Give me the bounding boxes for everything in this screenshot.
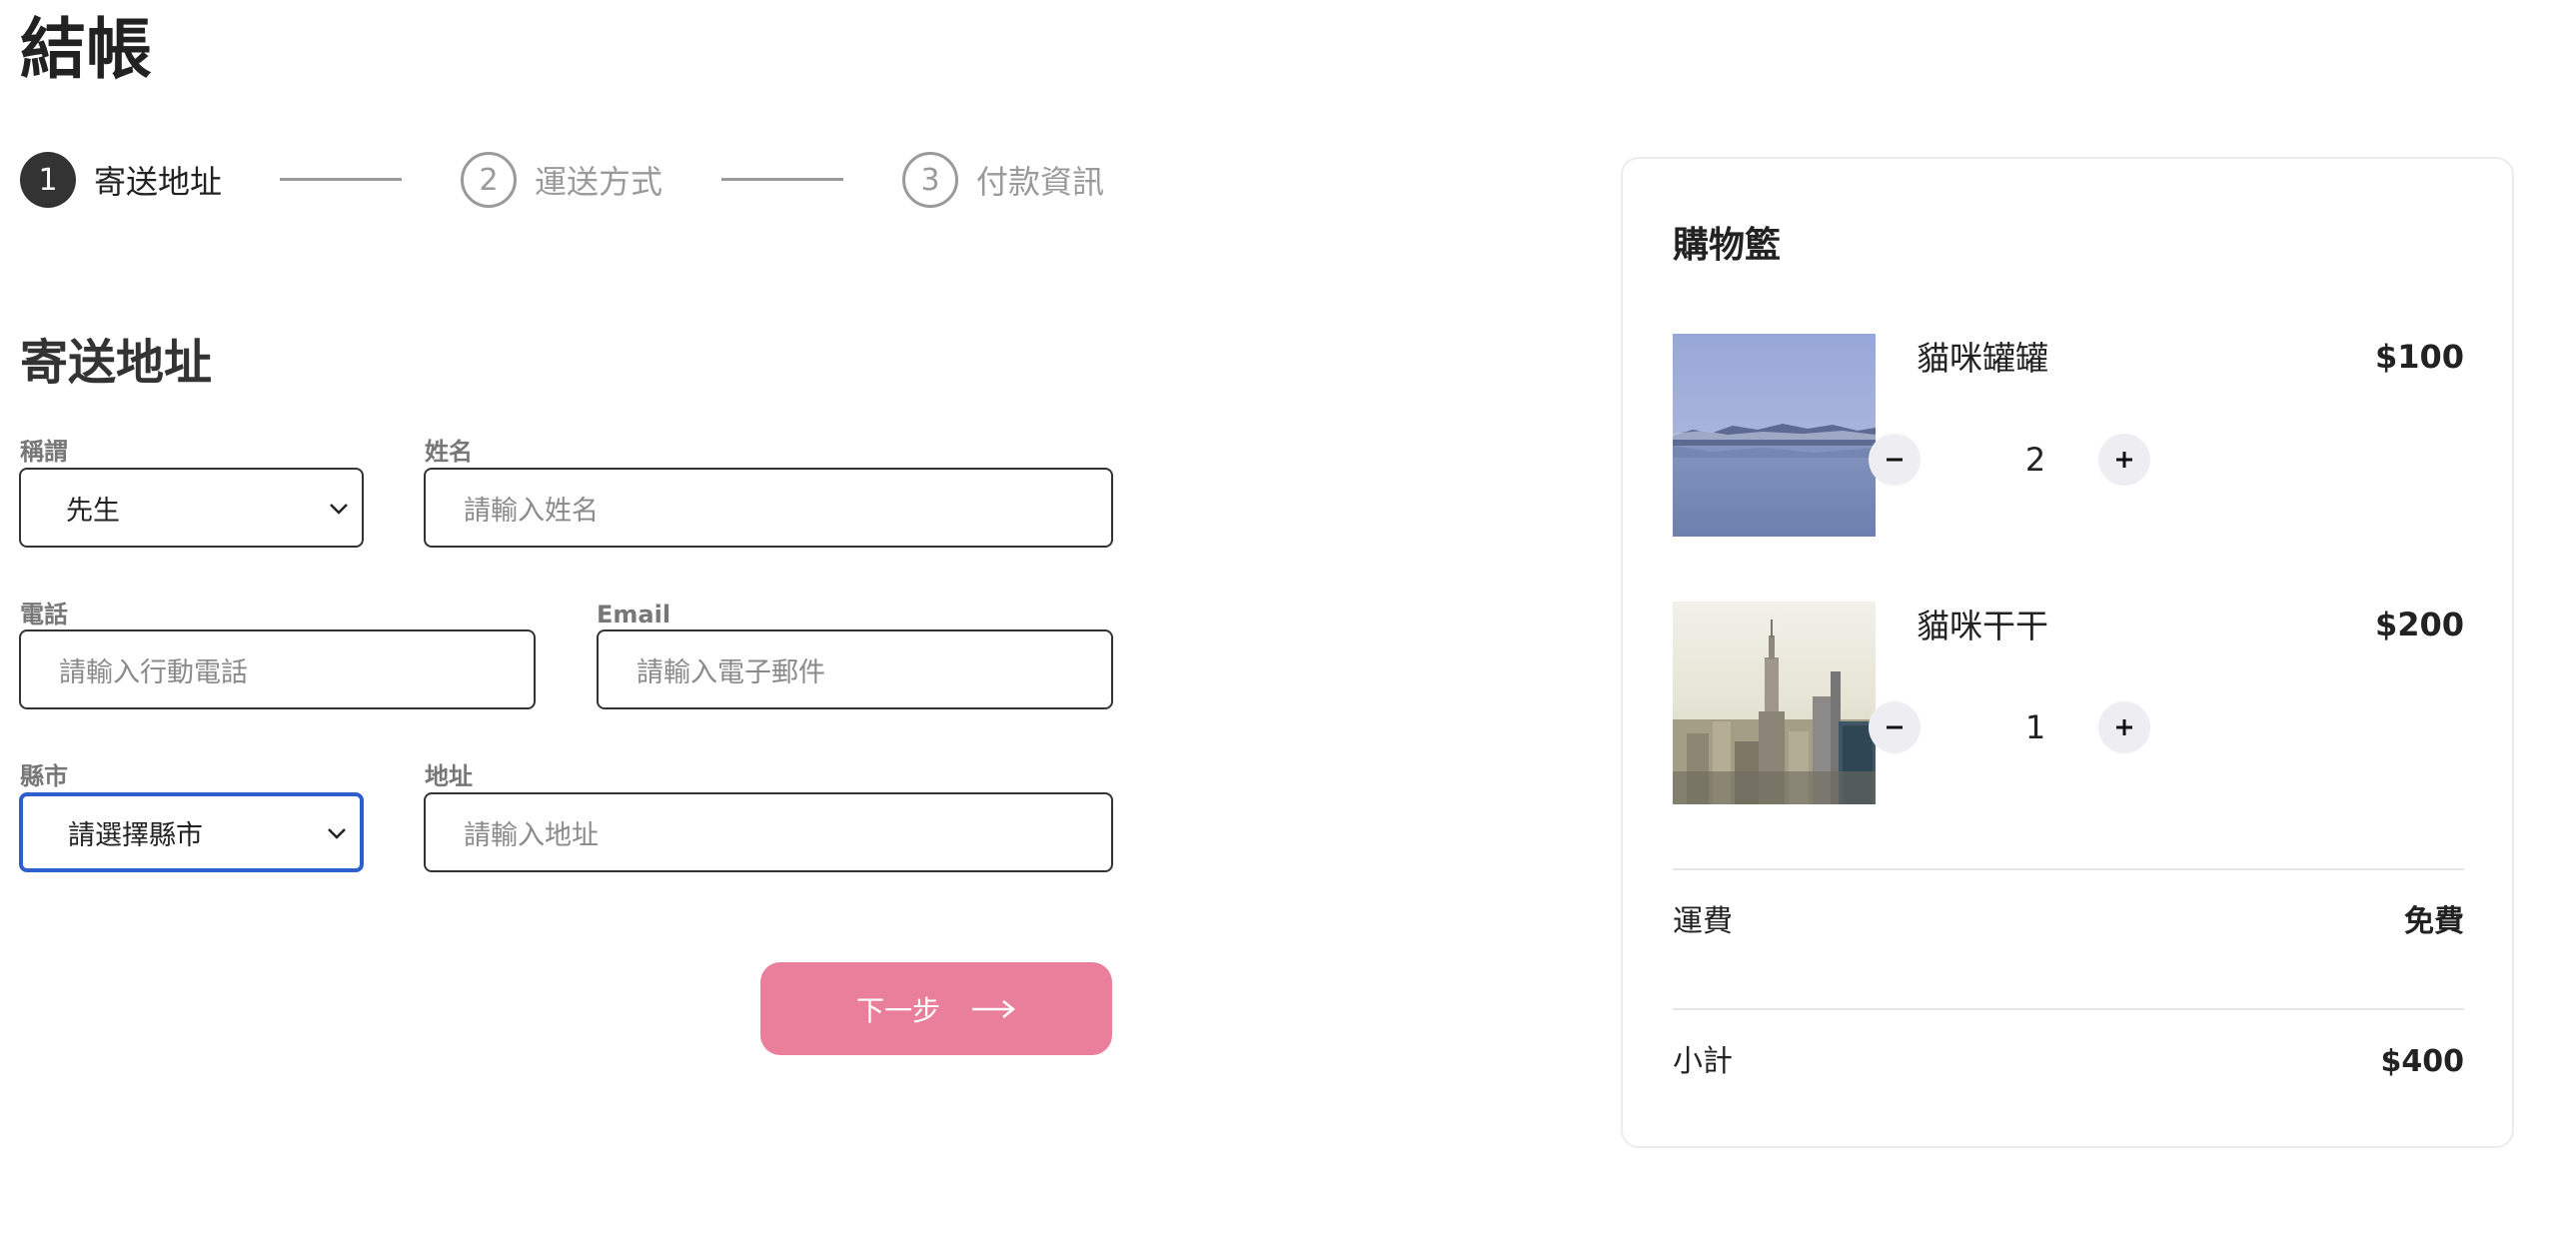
next-step-label: 下一步 [855, 993, 940, 1027]
address-label: 地址 [425, 762, 473, 790]
name-label: 姓名 [425, 438, 473, 466]
step-shipping-address: 1 寄送地址 [20, 150, 222, 210]
step-label: 付款資訊 [976, 163, 1105, 201]
cart-item-name: 貓咪罐罐 [1917, 339, 2048, 378]
address-input[interactable]: 請輸入地址 [424, 792, 1113, 872]
email-placeholder: 請輸入電子郵件 [637, 656, 825, 688]
quantity-value: 2 [2024, 441, 2046, 479]
phone-input[interactable]: 請輸入行動電話 [19, 629, 536, 709]
cart-title: 購物籃 [1673, 225, 1782, 266]
cart-panel: 購物籃 貓咪罐罐 $100 2 貓咪干干 $200 1 運費 免費 小計 $40… [1621, 157, 2514, 1148]
minus-icon [1887, 458, 1903, 462]
step-number: 3 [902, 152, 958, 208]
decrease-quantity-button[interactable] [1869, 701, 1921, 753]
cart-item-price: $100 [2374, 338, 2464, 376]
phone-placeholder: 請輸入行動電話 [59, 656, 248, 688]
chevron-down-icon [328, 828, 346, 839]
salutation-label: 稱謂 [20, 438, 68, 466]
minus-icon [1887, 725, 1903, 729]
salutation-value: 先生 [66, 495, 120, 527]
plus-icon [2116, 452, 2132, 468]
subtotal-value: $400 [2380, 1044, 2465, 1079]
step-label: 寄送地址 [94, 163, 223, 201]
name-placeholder: 請輸入姓名 [464, 495, 599, 527]
email-label: Email [597, 601, 671, 628]
section-title: 寄送地址 [20, 335, 213, 391]
next-step-button[interactable]: 下一步 [760, 962, 1112, 1055]
email-input[interactable]: 請輸入電子郵件 [597, 629, 1113, 709]
step-connector [280, 178, 402, 181]
divider [1673, 1008, 2464, 1010]
shipping-label: 運費 [1673, 904, 1733, 939]
salutation-select[interactable]: 先生 [19, 468, 364, 548]
phone-label: 電話 [20, 601, 68, 628]
page-title: 結帳 [20, 11, 152, 88]
quantity-value: 1 [2024, 708, 2046, 746]
product-image-cat-kibble [1673, 602, 1876, 804]
product-image-cat-can [1673, 334, 1876, 537]
name-input[interactable]: 請輸入姓名 [424, 468, 1113, 548]
step-number: 2 [461, 152, 517, 208]
increase-quantity-button[interactable] [2098, 434, 2150, 486]
plus-icon [2116, 719, 2132, 735]
cart-item-name: 貓咪干干 [1917, 607, 2048, 645]
decrease-quantity-button[interactable] [1869, 434, 1921, 486]
arrow-right-icon [972, 999, 1016, 1018]
step-label: 運送方式 [535, 163, 663, 201]
cart-item-price: $200 [2374, 606, 2464, 643]
divider [1673, 868, 2464, 870]
city-label: 縣市 [20, 762, 68, 790]
step-payment-info: 3 付款資訊 [902, 150, 1104, 210]
address-placeholder: 請輸入地址 [464, 819, 599, 851]
city-value: 請選擇縣市 [68, 819, 203, 851]
shipping-value: 免費 [2404, 904, 2464, 939]
step-shipping-method: 2 運送方式 [461, 150, 662, 210]
step-number: 1 [20, 152, 76, 208]
subtotal-label: 小計 [1673, 1044, 1733, 1079]
city-select[interactable]: 請選擇縣市 [19, 792, 364, 872]
increase-quantity-button[interactable] [2098, 701, 2150, 753]
chevron-down-icon [330, 504, 348, 515]
step-connector [721, 178, 843, 181]
